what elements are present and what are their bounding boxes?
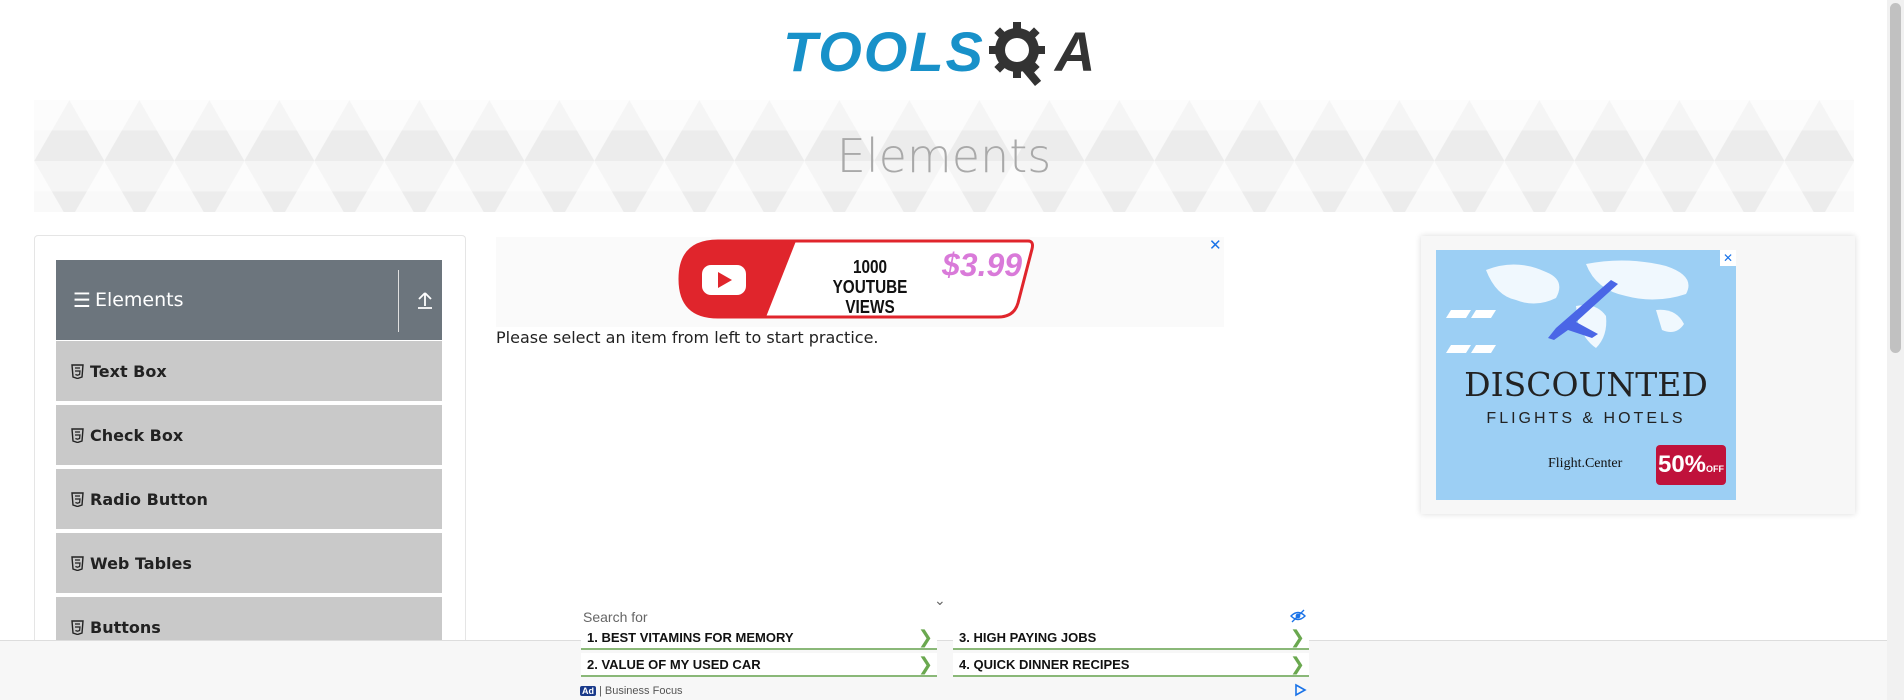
sidebar-item-check-box[interactable]: Check Box xyxy=(56,405,442,467)
page-banner: Elements xyxy=(34,100,1854,212)
discount-tag: 50%OFF xyxy=(1656,445,1726,485)
sidebar-item-radio-button[interactable]: Radio Button xyxy=(56,469,442,531)
collapse-up-icon[interactable] xyxy=(416,290,434,310)
close-icon[interactable]: ✕ xyxy=(1720,250,1736,266)
chevron-right-icon: ❯ xyxy=(917,653,933,675)
logo-qa-text: A xyxy=(1054,20,1098,83)
group-title: Elements xyxy=(94,289,184,311)
search-link-3[interactable]: 3. HIGH PAYING JOBS ❯ xyxy=(953,626,1309,650)
elements-menu-list: Text Box Check Box Radio Button Web Tabl… xyxy=(56,341,442,661)
html5-icon xyxy=(71,619,84,635)
search-link-4[interactable]: 4. QUICK DINNER RECIPES ❯ xyxy=(953,653,1309,677)
scrollbar-thumb[interactable] xyxy=(1890,3,1901,353)
search-link-2[interactable]: 2. VALUE OF MY USED CAR ❯ xyxy=(581,653,937,677)
ad-headline: DISCOUNTED xyxy=(1464,365,1708,404)
search-for-label: Search for xyxy=(583,609,648,625)
practice-message: Please select an item from left to start… xyxy=(496,328,879,347)
discount-value: 50% xyxy=(1657,451,1707,478)
ad-subline: FLIGHTS & HOTELS xyxy=(1486,410,1686,427)
sidebar-item-label: Web Tables xyxy=(90,553,192,573)
chevron-right-icon: ❯ xyxy=(917,626,933,648)
eye-icon[interactable] xyxy=(1290,609,1306,623)
close-icon[interactable]: ✕ xyxy=(1209,236,1222,254)
search-link-label: 2. VALUE OF MY USED CAR xyxy=(587,656,761,672)
header-divider xyxy=(398,270,399,332)
ad-attribution[interactable]: Ad | Business Focus xyxy=(580,685,683,697)
sidebar-item-web-tables[interactable]: Web Tables xyxy=(56,533,442,595)
html5-icon xyxy=(71,555,84,571)
sidebar-item-label: Text Box xyxy=(90,361,167,381)
page-title: Elements xyxy=(836,129,1052,183)
sidebar-item-label: Buttons xyxy=(90,617,161,637)
chevron-right-icon: ❯ xyxy=(1289,626,1305,648)
world-map-plane-graphic xyxy=(1446,260,1689,353)
ad-views-label: YOUTUBE VIEWS xyxy=(832,277,908,317)
search-link-label: 1. BEST VITAMINS FOR MEMORY xyxy=(587,629,794,645)
html5-icon xyxy=(71,491,84,507)
ad-badge-label: Ad xyxy=(580,686,596,696)
search-link-1[interactable]: 1. BEST VITAMINS FOR MEMORY ❯ xyxy=(581,626,937,650)
html5-icon xyxy=(71,363,84,379)
sidebar-item-label: Radio Button xyxy=(90,489,208,509)
search-link-label: 3. HIGH PAYING JOBS xyxy=(959,629,1097,645)
elements-group-header[interactable]: ☰ Elements xyxy=(56,260,442,340)
gear-magnifier-icon xyxy=(988,22,1045,86)
ad-views-count: 1000 xyxy=(852,257,888,277)
sidebar-item-label: Check Box xyxy=(90,425,184,445)
ad-price: $3.99 xyxy=(942,247,1023,283)
logo-tools-text: TOOLS xyxy=(783,20,985,83)
html5-icon xyxy=(71,427,84,443)
ad-sponsor: | Business Focus xyxy=(599,685,683,697)
chevron-right-icon: ❯ xyxy=(1289,653,1305,675)
ad-brand: Flight.Center xyxy=(1548,456,1623,471)
adchoices-icon[interactable] xyxy=(1293,683,1307,697)
discount-off: OFF xyxy=(1706,464,1725,474)
toolsqa-logo[interactable]: TOOLS A xyxy=(783,16,1097,88)
bottom-ad-bar xyxy=(0,640,1887,700)
sidebar-item-text-box[interactable]: Text Box xyxy=(56,341,442,403)
search-link-label: 4. QUICK DINNER RECIPES xyxy=(959,656,1130,672)
hamburger-icon: ☰ xyxy=(73,288,91,312)
ad-views-text: 1000 YOUTUBE VIEWS xyxy=(819,257,921,317)
chevron-down-icon[interactable]: ⌄ xyxy=(934,593,946,609)
